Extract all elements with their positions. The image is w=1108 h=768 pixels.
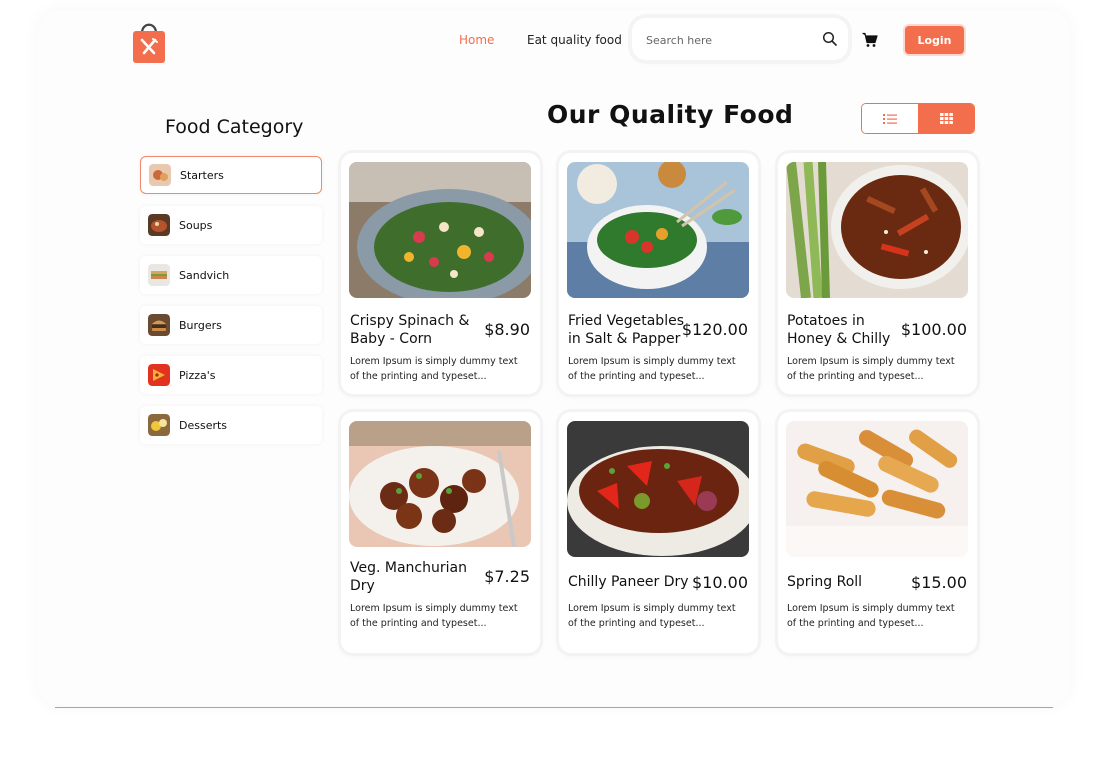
product-description: Lorem Ipsum is simply dummy text of the … (568, 603, 736, 629)
product-name: Potatoes in Honey & Chilly (787, 313, 891, 347)
sidebar-item-label: Burgers (179, 318, 222, 332)
nav-home-link[interactable]: Home (459, 33, 494, 47)
cart-icon[interactable] (862, 32, 878, 48)
starters-thumbnail (149, 164, 171, 186)
list-view-button[interactable] (862, 104, 918, 133)
product-price: $100.00 (900, 320, 967, 339)
product-name: Fried Vegetables in Salt & Papper (568, 313, 684, 347)
sidebar-item-starters[interactable]: Starters (140, 156, 322, 194)
product-card-veg-manchurian[interactable]: Veg. Manchurian Dry $7.25 Lorem Ipsum is… (341, 412, 540, 653)
product-card-spring-roll[interactable]: Spring Roll $15.00 Lorem Ipsum is simply… (778, 412, 977, 653)
sidebar-item-burgers[interactable]: Burgers (140, 306, 322, 344)
sidebar-item-label: Soups (179, 218, 213, 232)
product-description: Lorem Ipsum is simply dummy text of the … (787, 603, 955, 629)
search-input[interactable] (644, 29, 813, 51)
sandvich-thumbnail (148, 264, 170, 286)
pizzas-thumbnail (148, 364, 170, 386)
nav-eat-quality-food-link[interactable]: Eat quality food (527, 33, 622, 47)
product-card-potatoes-honey-chilly[interactable]: Potatoes in Honey & Chilly $100.00 Lorem… (778, 153, 977, 394)
product-card-chilly-paneer[interactable]: Chilly Paneer Dry $10.00 Lorem Ipsum is … (559, 412, 758, 653)
sidebar-item-label: Starters (180, 168, 224, 182)
product-description: Lorem Ipsum is simply dummy text of the … (787, 356, 955, 382)
login-button[interactable]: Login (905, 26, 964, 54)
shopping-bag-logo-icon[interactable] (133, 20, 165, 63)
sidebar-item-sandvich[interactable]: Sandvich (140, 256, 322, 294)
category-title: Food Category (165, 116, 304, 138)
product-description: Lorem Ipsum is simply dummy text of the … (350, 356, 518, 382)
product-price: $8.90 (484, 320, 530, 339)
product-name: Veg. Manchurian Dry (350, 560, 467, 594)
product-image (349, 421, 531, 547)
grid-view-icon (939, 113, 953, 124)
product-image (349, 162, 531, 298)
product-image (786, 162, 968, 298)
page-title: Our Quality Food (547, 100, 794, 129)
sidebar-item-label: Pizza's (179, 368, 216, 382)
soups-thumbnail (148, 214, 170, 236)
product-description: Lorem Ipsum is simply dummy text of the … (568, 356, 736, 382)
product-card-crispy-spinach[interactable]: Crispy Spinach & Baby - Corn $8.90 Lorem… (341, 153, 540, 394)
product-name: Crispy Spinach & Baby - Corn (350, 313, 470, 347)
sidebar-item-soups[interactable]: Soups (140, 206, 322, 244)
product-price: $15.00 (911, 573, 967, 592)
product-name: Spring Roll (787, 574, 863, 590)
sidebar-item-desserts[interactable]: Desserts (140, 406, 322, 444)
sidebar-item-label: Sandvich (179, 268, 230, 282)
product-price: $7.25 (484, 567, 530, 586)
product-image (567, 162, 749, 298)
search-icon[interactable] (822, 31, 838, 47)
product-name: Chilly Paneer Dry (568, 574, 689, 590)
desserts-thumbnail (148, 414, 170, 436)
product-price: $120.00 (681, 320, 748, 339)
product-image (786, 421, 968, 557)
product-image (567, 421, 749, 557)
sidebar-item-pizzas[interactable]: Pizza's (140, 356, 322, 394)
product-card-fried-vegetables[interactable]: Fried Vegetables in Salt & Papper $120.0… (559, 153, 758, 394)
list-view-icon (883, 113, 897, 124)
footer-divider (55, 707, 1053, 708)
view-toggle (861, 103, 975, 134)
grid-view-button[interactable] (918, 104, 974, 133)
product-price: $10.00 (692, 573, 748, 592)
sidebar-item-label: Desserts (179, 418, 228, 432)
product-description: Lorem Ipsum is simply dummy text of the … (350, 603, 518, 629)
burgers-thumbnail (148, 314, 170, 336)
search-box (632, 18, 848, 60)
